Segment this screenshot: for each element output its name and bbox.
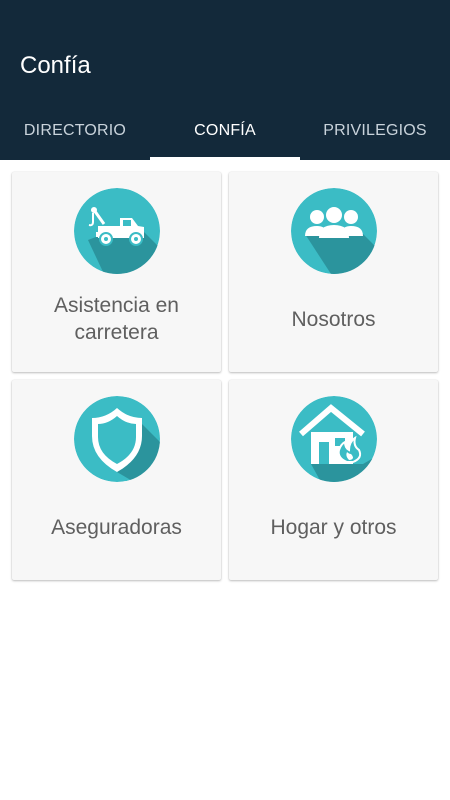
tab-label: PRIVILEGIOS	[323, 122, 427, 139]
tab-bar: DIRECTORIO CONFÍA PRIVILEGIOS	[0, 102, 450, 160]
tab-privilegios[interactable]: PRIVILEGIOS	[300, 102, 450, 160]
tab-indicator	[150, 157, 300, 160]
tab-indicator	[0, 157, 150, 160]
card-label: Nosotros	[291, 307, 376, 331]
card-asistencia-en-carretera[interactable]: Asistencia en carretera	[12, 172, 221, 372]
tab-label: DIRECTORIO	[23, 122, 127, 139]
card-label: Hogar y otros	[270, 515, 397, 539]
tab-label: CONFÍA	[194, 122, 256, 139]
card-label: Asistencia en carretera	[54, 294, 179, 344]
app-title: Confía	[20, 52, 91, 79]
tab-confia[interactable]: CONFÍA	[150, 102, 300, 160]
card-label: Aseguradoras	[51, 515, 182, 539]
group-icon	[290, 188, 377, 274]
card-hogar-y-otros[interactable]: Hogar y otros	[229, 380, 438, 580]
tab-indicator	[300, 157, 450, 160]
card-aseguradoras[interactable]: Aseguradoras	[12, 380, 221, 580]
shield-icon	[73, 396, 160, 482]
tow-truck-icon	[73, 188, 160, 274]
app-bar: Confía DIRECTORIO CONFÍA PRIVILEGIOS	[0, 0, 450, 160]
house-fire-icon	[290, 396, 377, 482]
card-nosotros[interactable]: Nosotros	[229, 172, 438, 372]
category-grid: Asistencia en carretera Nosotros Asegura…	[12, 172, 438, 580]
tab-directorio[interactable]: DIRECTORIO	[0, 102, 150, 160]
